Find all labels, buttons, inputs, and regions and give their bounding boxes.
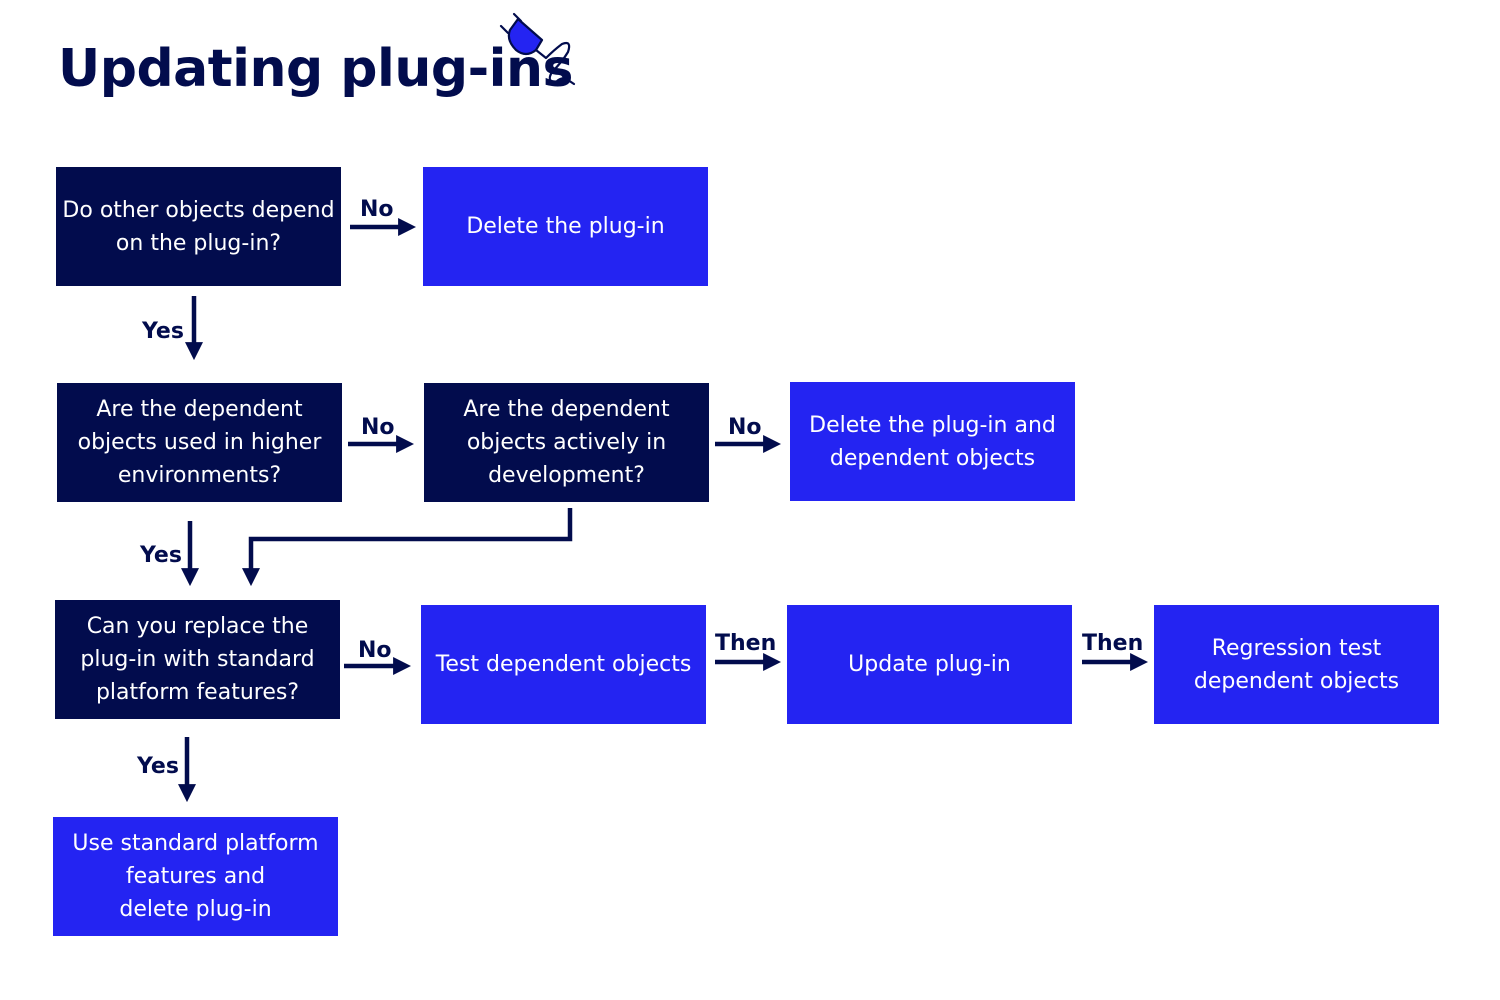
edge-label-no: No — [360, 197, 394, 222]
edge-label-yes: Yes — [140, 543, 182, 568]
arrow-q3-to-q4 — [242, 508, 573, 587]
edge-label-yes: Yes — [142, 319, 184, 344]
edge-label-no: No — [358, 638, 392, 663]
edge-label-no: No — [728, 415, 762, 440]
edge-label-then: Then — [1082, 631, 1144, 656]
edge-label-then: Then — [715, 631, 777, 656]
edge-label-yes: Yes — [137, 754, 179, 779]
connectors — [178, 218, 1149, 803]
edge-label-no: No — [361, 415, 395, 440]
